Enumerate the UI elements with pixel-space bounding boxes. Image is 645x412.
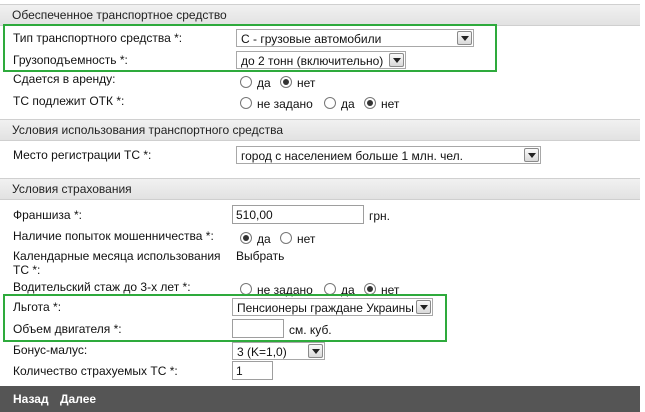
count-input[interactable]: 1	[232, 361, 273, 380]
back-link[interactable]: Назад	[13, 392, 49, 406]
otk-no-radio[interactable]	[364, 97, 376, 109]
highlight-box	[3, 24, 497, 72]
selected-value: 3 (K=1,0)	[237, 345, 287, 359]
rent-no-label: нет	[297, 76, 316, 90]
fraud-no-radio[interactable]	[280, 232, 292, 244]
section-header-vehicle: Обеспеченное транспортное средство	[0, 4, 640, 26]
footer-bar: Назад Далее	[0, 386, 640, 412]
next-link[interactable]: Далее	[60, 392, 96, 406]
franchise-value: 510,00	[236, 208, 273, 222]
rent-no-radio[interactable]	[280, 76, 292, 88]
otk-unset-radio[interactable]	[240, 97, 252, 109]
franchise-input[interactable]: 510,00	[232, 205, 364, 224]
fraud-label: Наличие попыток мошенничества *:	[13, 229, 214, 243]
fraud-no-label: нет	[297, 232, 316, 246]
chevron-down-icon[interactable]	[524, 148, 539, 162]
calendar-select-link[interactable]: Выбрать	[236, 249, 284, 263]
franchise-unit: грн.	[369, 209, 391, 223]
franchise-label: Франшиза *:	[13, 208, 82, 222]
bonus-select[interactable]: 3 (K=1,0)	[232, 342, 325, 360]
reg-place-select[interactable]: город с населением больше 1 млн. чел.	[236, 146, 541, 164]
count-value: 1	[236, 364, 243, 378]
rent-label: Сдается в аренду:	[13, 72, 116, 86]
fraud-yes-label: да	[257, 232, 271, 246]
otk-yes-label: да	[341, 97, 355, 111]
rent-yes-label: да	[257, 76, 271, 90]
section-header-insurance: Условия страхования	[0, 178, 640, 200]
reg-place-label: Место регистрации ТС *:	[13, 148, 152, 162]
rent-yes-radio[interactable]	[240, 76, 252, 88]
chevron-down-icon[interactable]	[308, 344, 323, 358]
section-header-usage: Условия использования транспортного сред…	[0, 119, 640, 141]
otk-unset-label: не задано	[257, 97, 313, 111]
count-label: Количество страхуемых ТС *:	[13, 364, 178, 378]
otk-no-label: нет	[381, 97, 400, 111]
selected-value: город с населением больше 1 млн. чел.	[241, 149, 463, 163]
section-title: Обеспеченное транспортное средство	[12, 8, 227, 22]
section-title: Условия страхования	[12, 182, 132, 196]
otk-label: ТС подлежит ОТК *:	[13, 94, 125, 108]
calendar-label: Календарные месяца использования ТС *:	[13, 249, 221, 277]
bonus-label: Бонус-малус:	[13, 343, 88, 357]
section-title: Условия использования транспортного сред…	[12, 123, 283, 137]
driver-exp-label: Водительский стаж до 3-х лет *:	[13, 280, 191, 294]
otk-yes-radio[interactable]	[324, 97, 336, 109]
fraud-yes-radio[interactable]	[240, 232, 252, 244]
highlight-box	[3, 294, 447, 342]
